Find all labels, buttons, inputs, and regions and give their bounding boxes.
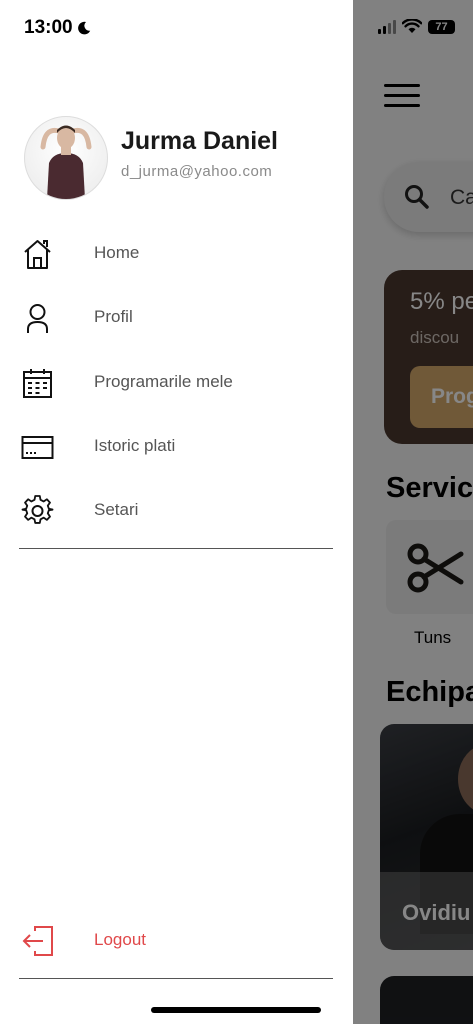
user-name: Jurma Daniel	[121, 127, 279, 155]
menu-label: Home	[94, 243, 140, 262]
menu-item-setari[interactable]: Setari	[0, 485, 353, 537]
user-icon	[27, 304, 48, 333]
logout-icon	[22, 926, 53, 956]
menu-label: Istoric plati	[94, 436, 176, 455]
menu-item-istoric-plati[interactable]: Istoric plati	[0, 421, 353, 473]
credit-card-icon	[21, 436, 54, 459]
home-icon	[24, 240, 51, 269]
menu-label: Setari	[94, 500, 139, 519]
home-indicator[interactable]	[151, 1007, 321, 1013]
menu-label: Profil	[94, 307, 133, 326]
logout-button[interactable]: Logout	[0, 915, 353, 967]
avatar[interactable]	[24, 116, 108, 200]
logout-label: Logout	[94, 930, 146, 949]
menu-item-profil[interactable]: Profil	[0, 292, 353, 344]
menu-item-home[interactable]: Home	[0, 228, 353, 280]
menu-label: Programarile mele	[94, 372, 233, 391]
logout-divider	[19, 978, 333, 979]
profile-photo	[40, 125, 92, 199]
menu-item-programarile-mele[interactable]: Programarile mele	[0, 357, 353, 409]
user-email: d_jurma@yahoo.com	[121, 163, 273, 180]
status-time: 13:00	[24, 17, 91, 39]
moon-icon	[77, 21, 90, 35]
navigation-drawer: 13:00 Jurma Daniel d_jurma@yahoo.com Hom…	[0, 0, 353, 1024]
calendar-icon	[23, 369, 52, 398]
menu-divider	[19, 548, 333, 549]
gear-icon	[21, 495, 54, 524]
